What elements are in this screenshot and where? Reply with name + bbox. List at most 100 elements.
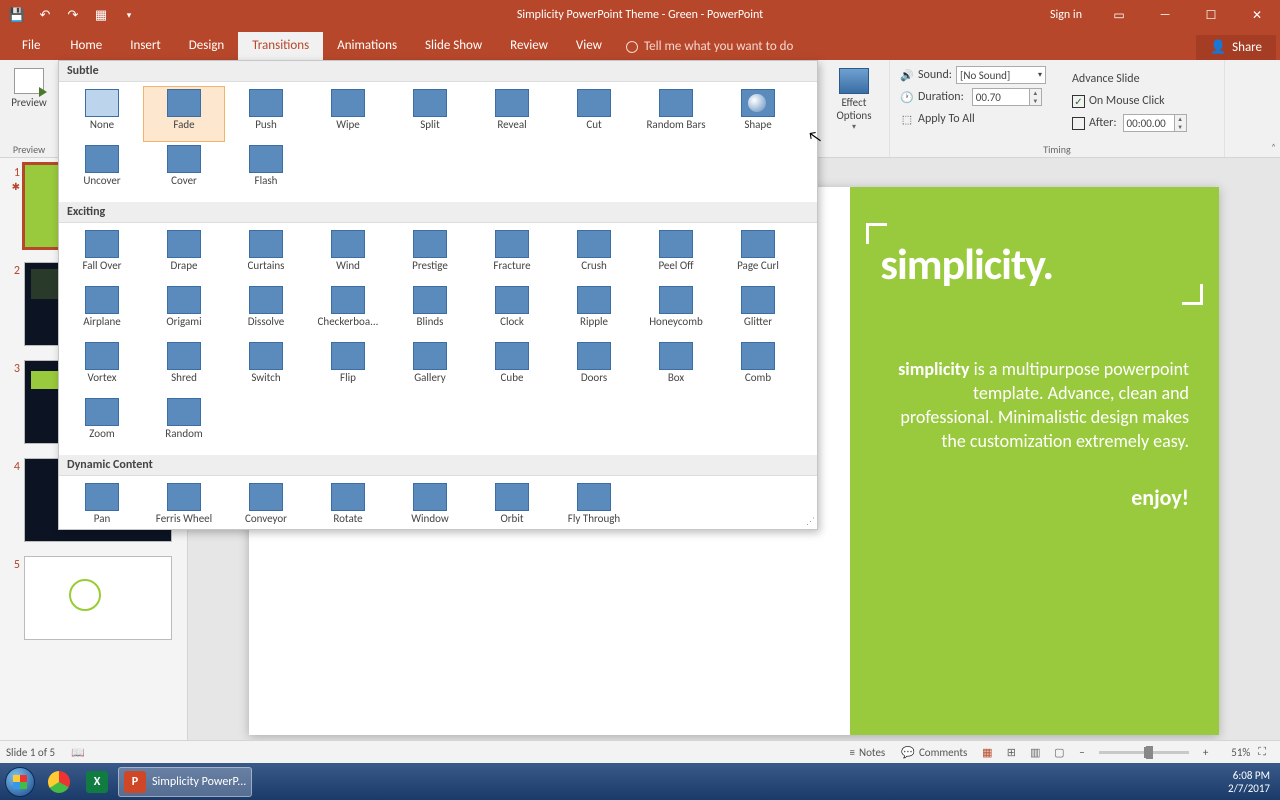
sign-in-link[interactable]: Sign in [1036, 8, 1096, 22]
tab-design[interactable]: Design [175, 32, 238, 60]
transition-comb[interactable]: Comb [717, 339, 799, 395]
minimize-button[interactable]: — [1142, 0, 1188, 30]
transition-pan[interactable]: Pan [61, 480, 143, 536]
transition-flip[interactable]: Flip [307, 339, 389, 395]
notes-button[interactable]: ≡ Notes [842, 741, 894, 764]
normal-view-icon[interactable]: ▦ [975, 743, 999, 761]
preview-button[interactable]: Preview [6, 62, 52, 109]
after-time-spinner[interactable]: ▲▼ [1175, 114, 1187, 132]
duration-input[interactable]: 00.70 [972, 88, 1030, 106]
ribbon-display-icon[interactable]: ▭ [1096, 0, 1142, 30]
save-icon[interactable]: 💾 [4, 2, 30, 28]
apply-to-all-button[interactable]: Apply To All [918, 112, 975, 126]
undo-icon[interactable]: ↶ [32, 2, 58, 28]
effect-options-button[interactable]: Effect Options ▾ [829, 62, 879, 132]
transition-push[interactable]: Push [225, 86, 307, 142]
gallery-resize-grip[interactable]: ⋰ [806, 516, 815, 527]
zoom-out-button[interactable]: − [1071, 741, 1092, 764]
taskbar-powerpoint[interactable]: PSimplicity PowerP... [118, 767, 252, 797]
transition-random-bars[interactable]: Random Bars [635, 86, 717, 142]
comments-button[interactable]: 💬 Comments [893, 741, 975, 764]
system-tray[interactable]: 6:08 PM 2/7/2017 [1218, 767, 1280, 797]
on-mouse-click-checkbox[interactable]: ✓ [1072, 95, 1085, 108]
transition-airplane[interactable]: Airplane [61, 283, 143, 339]
transition-gallery[interactable]: Gallery [389, 339, 471, 395]
transition-honeycomb[interactable]: Honeycomb [635, 283, 717, 339]
transition-clock[interactable]: Clock [471, 283, 553, 339]
tab-slideshow[interactable]: Slide Show [411, 32, 496, 60]
transition-random[interactable]: Random [143, 395, 225, 451]
transition-fracture[interactable]: Fracture [471, 227, 553, 283]
transition-ripple[interactable]: Ripple [553, 283, 635, 339]
tab-insert[interactable]: Insert [116, 32, 175, 60]
transition-fall-over[interactable]: Fall Over [61, 227, 143, 283]
transition-drape[interactable]: Drape [143, 227, 225, 283]
redo-icon[interactable]: ↷ [60, 2, 86, 28]
transition-cut[interactable]: Cut [553, 86, 635, 142]
transition-ferris-wheel[interactable]: Ferris Wheel [143, 480, 225, 536]
zoom-level[interactable]: 51% [1216, 746, 1250, 759]
tab-review[interactable]: Review [496, 32, 562, 60]
transition-rotate[interactable]: Rotate [307, 480, 389, 536]
transition-cube[interactable]: Cube [471, 339, 553, 395]
zoom-in-button[interactable]: + [1195, 741, 1216, 764]
start-button[interactable] [0, 763, 40, 800]
transition-uncover[interactable]: Uncover [61, 142, 143, 198]
transition-glitter[interactable]: Glitter [717, 283, 799, 339]
fit-to-window-icon[interactable]: ⛶ [1250, 741, 1274, 764]
slideshow-view-icon[interactable]: ▢ [1047, 743, 1071, 761]
transition-curtains[interactable]: Curtains [225, 227, 307, 283]
slide-sorter-view-icon[interactable]: ⊞ [999, 743, 1023, 761]
transition-peel-off[interactable]: Peel Off [635, 227, 717, 283]
collapse-ribbon-icon[interactable]: ˄ [1271, 142, 1276, 153]
transition-reveal[interactable]: Reveal [471, 86, 553, 142]
transition-doors[interactable]: Doors [553, 339, 635, 395]
maximize-button[interactable]: ☐ [1188, 0, 1234, 30]
reading-view-icon[interactable]: ▥ [1023, 743, 1047, 761]
transition-wind[interactable]: Wind [307, 227, 389, 283]
slide-thumbnail-5[interactable] [24, 556, 172, 640]
transition-window[interactable]: Window [389, 480, 471, 536]
transition-switch[interactable]: Switch [225, 339, 307, 395]
transition-box[interactable]: Box [635, 339, 717, 395]
taskbar-excel[interactable]: X [80, 767, 114, 797]
transition-wipe[interactable]: Wipe [307, 86, 389, 142]
close-button[interactable]: ✕ [1234, 0, 1280, 30]
transition-split[interactable]: Split [389, 86, 471, 142]
after-time-input[interactable]: 00:00.00 [1123, 114, 1175, 132]
transition-blinds[interactable]: Blinds [389, 283, 471, 339]
transition-none[interactable]: None [61, 86, 143, 142]
share-button[interactable]: 👤 Share [1196, 35, 1276, 60]
transition-icon [249, 230, 283, 258]
transition-zoom[interactable]: Zoom [61, 395, 143, 451]
duration-spinner[interactable]: ▲▼ [1030, 88, 1042, 106]
tab-home[interactable]: Home [56, 32, 116, 60]
after-checkbox[interactable] [1072, 117, 1085, 130]
transition-conveyor[interactable]: Conveyor [225, 480, 307, 536]
transition-fade[interactable]: Fade [143, 86, 225, 142]
transition-origami[interactable]: Origami [143, 283, 225, 339]
tell-me-search[interactable]: Tell me what you want to do [616, 33, 803, 60]
tab-view[interactable]: View [562, 32, 616, 60]
taskbar-chrome[interactable] [42, 767, 76, 797]
tab-animations[interactable]: Animations [323, 32, 411, 60]
transition-page-curl[interactable]: Page Curl [717, 227, 799, 283]
tab-file[interactable]: File [6, 32, 56, 60]
transition-vortex[interactable]: Vortex [61, 339, 143, 395]
transition-checkerboa-[interactable]: Checkerboa... [307, 283, 389, 339]
qat-customize-icon[interactable]: ▾ [116, 2, 142, 28]
transition-fly-through[interactable]: Fly Through [553, 480, 635, 536]
transition-prestige[interactable]: Prestige [389, 227, 471, 283]
transition-cover[interactable]: Cover [143, 142, 225, 198]
transition-orbit[interactable]: Orbit [471, 480, 553, 536]
transition-shape[interactable]: Shape [717, 86, 799, 142]
start-from-beginning-icon[interactable]: ▦ [88, 2, 114, 28]
transition-flash[interactable]: Flash [225, 142, 307, 198]
zoom-slider[interactable] [1099, 751, 1189, 754]
spell-check-icon[interactable]: 📖 [63, 741, 93, 764]
tab-transitions[interactable]: Transitions [238, 32, 323, 60]
transition-shred[interactable]: Shred [143, 339, 225, 395]
transition-dissolve[interactable]: Dissolve [225, 283, 307, 339]
transition-crush[interactable]: Crush [553, 227, 635, 283]
sound-select[interactable]: [No Sound]▾ [956, 66, 1046, 84]
